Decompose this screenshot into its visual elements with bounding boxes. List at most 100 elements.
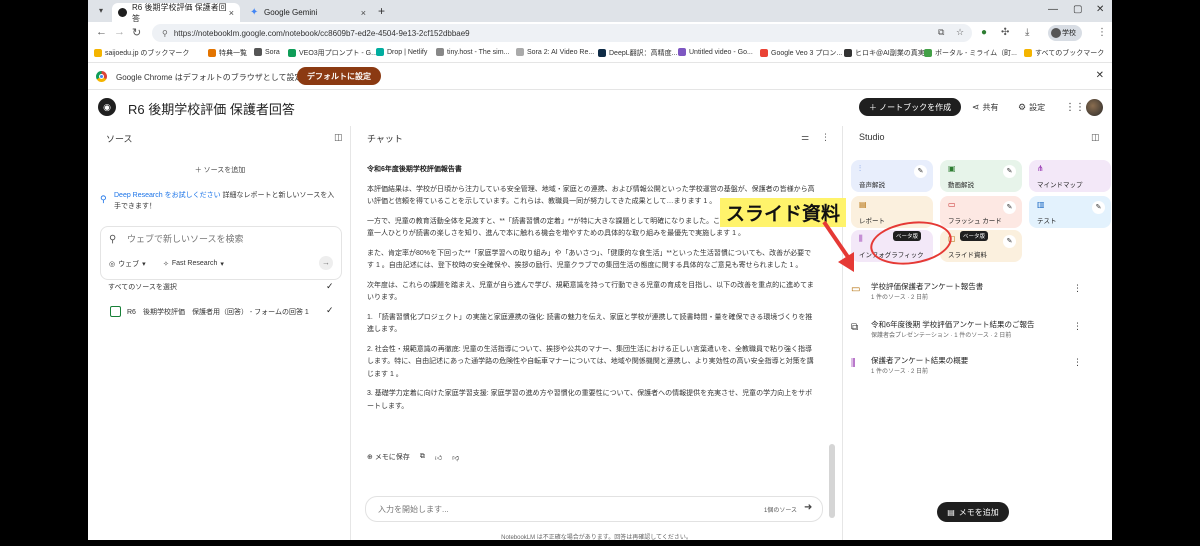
back-icon[interactable]: ← — [96, 26, 107, 38]
source-count: 1個のソース — [764, 508, 798, 514]
download-icon[interactable]: ⤓ — [1025, 27, 1029, 38]
bookmark-item[interactable]: ヒロキ@AI副業の真実... — [844, 48, 931, 58]
web-chip[interactable]: ◎ ウェブ ▾ — [109, 256, 146, 271]
audio-wave-icon: ⫶ — [859, 164, 861, 173]
add-source-button[interactable]: ＋ ソースを追加 — [100, 160, 340, 180]
deep-research-icon: ⚲ — [100, 194, 107, 204]
bookmark-favicon-icon — [844, 49, 852, 57]
bookmark-item[interactable]: Drop | Netlify — [376, 48, 427, 56]
tool-flashcards[interactable]: ▭ フラッシュ カード ✎ — [940, 196, 1022, 228]
edit-pencil-icon[interactable]: ✎ — [914, 165, 927, 178]
send-icon[interactable]: ➜ — [804, 502, 812, 513]
edit-pencil-icon[interactable]: ✎ — [1003, 165, 1016, 178]
tune-icon[interactable]: ⚌ — [801, 132, 809, 143]
tab-search-icon[interactable]: ▾ — [94, 4, 108, 18]
share-button[interactable]: ⋖ 共有 — [972, 102, 999, 113]
close-infobar-icon[interactable]: ✕ — [1096, 70, 1104, 81]
settings-button[interactable]: ⚙ 設定 — [1018, 102, 1045, 113]
studio-note-item[interactable]: ⫼ 保護者アンケート結果の概要 1 件のソース · 2 日前 ⋮ — [851, 352, 1101, 382]
add-memo-label: メモを追加 — [958, 507, 999, 517]
web-source-search: ⚲ ◎ウェブ▾ ✧Fast Research▾ → — [100, 226, 342, 280]
deep-research-banner: ⚲ Deep Research をお試しください 詳細なレポートと新しいソースを… — [100, 190, 340, 212]
source-item[interactable]: R6 後期学校評価 保護者用（回答） - フォームの回答 1 — [110, 306, 309, 317]
bookmark-item[interactable]: DeepL翻訳：高精度... — [598, 48, 677, 58]
response-paragraph: 次年度は、これらの課題を踏まえ、児童が自ら進んで学び、規範意識を持って行動できる… — [367, 281, 814, 302]
thumbs-down-icon[interactable]: 👎︎ — [452, 453, 459, 462]
minimize-icon[interactable]: — — [1048, 4, 1058, 15]
extension-icon[interactable]: ● — [981, 27, 987, 38]
studio-note-item[interactable]: ⧉ 令和6年度後期 学校評価アンケート結果のご報告 保護者会プレゼンテーション … — [851, 316, 1101, 346]
reload-icon[interactable]: ↻ — [132, 26, 141, 39]
notebook-title[interactable]: R6 後期学校評価 保護者回答 — [128, 99, 295, 118]
new-tab-icon[interactable]: + — [378, 4, 385, 18]
address-bar[interactable]: ⚲ https://notebooklm.google.com/notebook… — [152, 24, 972, 42]
submit-search-icon[interactable]: → — [319, 256, 333, 270]
bookmark-item[interactable]: tiny.host - The sim... — [436, 48, 509, 56]
set-default-button[interactable]: デフォルトに設定 — [297, 67, 381, 85]
apps-grid-icon[interactable]: ⋮⋮ — [1065, 102, 1085, 113]
more-vert-icon[interactable]: ⋮ — [1073, 357, 1082, 368]
menu-icon[interactable]: ⋮ — [1097, 27, 1107, 38]
bookmark-label: Sora — [265, 48, 280, 56]
copy-icon[interactable]: ⧉ — [420, 453, 425, 461]
tool-video-overview[interactable]: ▣ 動画解説 ✎ — [940, 160, 1022, 192]
save-to-note-button[interactable]: ⊕ メモに保存 — [367, 452, 410, 462]
bookmark-favicon-icon — [760, 49, 768, 57]
more-vert-icon[interactable]: ⋮ — [821, 132, 830, 143]
edit-pencil-icon[interactable]: ✎ — [1092, 201, 1105, 214]
bookmark-item[interactable]: Sora 2: AI Video Re... — [516, 48, 594, 56]
bookmark-item[interactable]: Google Veo 3 プロン... — [760, 48, 842, 58]
deep-research-link[interactable]: Deep Research をお試しください — [114, 192, 221, 199]
forward-icon[interactable]: → — [114, 26, 125, 38]
collapse-panel-icon[interactable]: ◫ — [334, 132, 343, 143]
install-icon[interactable]: ⧉ — [938, 27, 944, 38]
maximize-icon[interactable]: ▢ — [1073, 4, 1082, 15]
search-icon: ⚲ — [109, 234, 117, 245]
gear-icon: ⚙ — [1018, 102, 1027, 112]
tab-gemini[interactable]: ✦ Google Gemini × — [244, 3, 372, 22]
edit-pencil-icon[interactable]: ✎ — [1003, 235, 1016, 248]
bookmark-item[interactable]: VEO3用プロンプト - G... — [288, 48, 377, 58]
thumbs-up-icon[interactable]: 👍︎ — [435, 453, 442, 462]
note-icon: ▤ — [947, 507, 955, 517]
sparkle-icon: ✧ — [163, 260, 169, 268]
tool-quiz[interactable]: ▥ テスト ✎ — [1029, 196, 1111, 228]
chat-scrollbar[interactable] — [829, 444, 835, 518]
bookmark-item[interactable]: ポータル - ミライム（町... — [924, 48, 1017, 58]
bookmark-label: Untitled video - Go... — [689, 48, 753, 56]
profile-chip[interactable]: 学校 — [1048, 25, 1082, 41]
tool-mindmap[interactable]: ⋔ マインドマップ — [1029, 160, 1111, 192]
more-vert-icon[interactable]: ⋮ — [1073, 321, 1082, 332]
note-title: 令和6年度後期 学校評価アンケート結果のご報告 — [871, 320, 1035, 329]
close-tab-icon[interactable]: × — [361, 8, 366, 18]
notebooklm-logo-icon[interactable]: ◉ — [98, 98, 116, 116]
bookmark-item[interactable]: saijoedu.jp のブックマーク — [94, 48, 189, 58]
chat-input-box[interactable]: 入力を開始します... 1個のソース ➜ — [365, 496, 823, 522]
select-all-checkbox[interactable]: ✓ — [326, 281, 334, 292]
site-info-icon[interactable]: ⚲ — [162, 29, 168, 38]
source-checkbox[interactable]: ✓ — [326, 305, 334, 316]
search-input[interactable] — [127, 234, 327, 244]
tool-audio-overview[interactable]: ⫶ 音声解説 ✎ — [851, 160, 933, 192]
all-bookmarks[interactable]: すべてのブックマーク — [1024, 48, 1104, 58]
avatar[interactable] — [1086, 99, 1103, 116]
bookmark-star-icon[interactable]: ☆ — [956, 27, 964, 38]
edit-pencil-icon[interactable]: ✎ — [1003, 201, 1016, 214]
extensions-puzzle-icon[interactable]: ✣ — [1001, 27, 1009, 38]
create-notebook-button[interactable]: ＋ ノートブックを作成 — [859, 98, 961, 116]
more-vert-icon[interactable]: ⋮ — [1073, 283, 1082, 294]
bookmark-item[interactable]: Untitled video - Go... — [678, 48, 753, 56]
bookmark-item[interactable]: 特典一覧 — [208, 48, 247, 58]
bookmark-item[interactable]: Sora — [254, 48, 280, 56]
folder-icon — [1024, 49, 1032, 57]
tool-slides[interactable]: ▢ ベータ版 スライド資料 ✎ — [940, 230, 1022, 262]
sheets-icon — [110, 306, 121, 317]
close-tab-icon[interactable]: × — [229, 8, 234, 18]
close-window-icon[interactable]: ✕ — [1096, 4, 1104, 15]
studio-note-item[interactable]: ▭ 学校評価保護者アンケート報告書 1 件のソース · 2 日前 ⋮ — [851, 278, 1101, 308]
fast-research-chip[interactable]: ✧ Fast Research ▾ — [163, 256, 224, 271]
add-memo-button[interactable]: ▤ メモを追加 — [937, 502, 1009, 522]
tool-label: 音声解説 — [859, 182, 885, 189]
collapse-panel-icon[interactable]: ◫ — [1091, 132, 1100, 143]
tab-notebooklm[interactable]: R6 後期学校評価 保護者回答 × — [112, 3, 240, 23]
